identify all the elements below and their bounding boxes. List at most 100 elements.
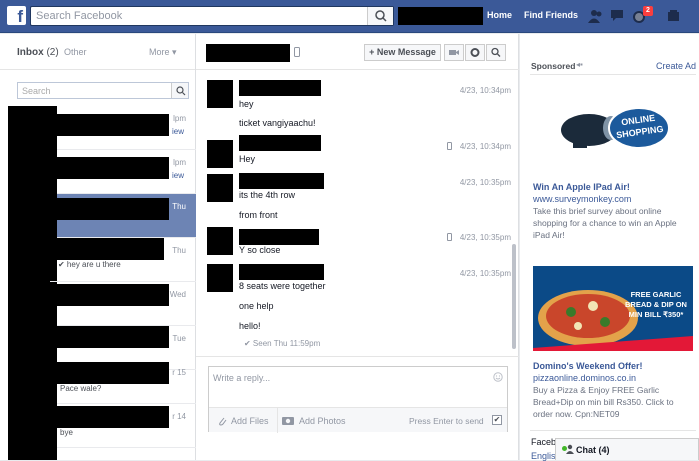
message-time: 4/23, 10:35pm <box>459 233 511 242</box>
conversation-item[interactable]: lpm iew <box>57 106 196 150</box>
search-icon <box>375 10 387 22</box>
inbox-count: (2) <box>46 47 59 58</box>
conversation-snippet: Pace wale? <box>60 384 102 393</box>
search-box <box>30 6 394 26</box>
conversation-time: lpm <box>173 158 186 167</box>
ad-title[interactable]: Win An Apple IPad Air! <box>533 182 630 192</box>
emoticon-icon[interactable] <box>493 372 503 382</box>
conversation-tag: iew <box>171 127 184 136</box>
message-text: from front <box>239 210 278 220</box>
ad-url[interactable]: www.surveymonkey.com <box>533 194 631 204</box>
messages-icon[interactable] <box>610 9 626 23</box>
ad-title[interactable]: Domino's Weekend Offer! <box>533 361 643 371</box>
conversation-item[interactable]: r 15 Pace wale? <box>57 360 196 404</box>
inbox-search-input[interactable] <box>18 83 168 98</box>
friend-requests-icon[interactable] <box>588 9 604 23</box>
thread-contact-redacted <box>206 44 290 62</box>
mobile-icon <box>447 142 452 150</box>
conversation-item[interactable]: Thu ✔ hey are u there <box>50 238 196 282</box>
search-button[interactable] <box>367 7 393 25</box>
message-text: 8 seats were together <box>239 281 326 291</box>
reply-toolbar: Add Files Add Photos Press Enter to send… <box>209 407 507 433</box>
notification-badge: 2 <box>643 6 653 16</box>
avatars-redacted <box>8 106 57 460</box>
camera-icon <box>282 417 294 425</box>
paperclip-icon <box>219 417 227 426</box>
new-message-button[interactable]: + New Message <box>364 44 441 61</box>
ad-body: Take this brief survey about online shop… <box>533 206 677 240</box>
contact-name-redacted <box>57 284 169 306</box>
facebook-logo[interactable]: f <box>7 6 26 25</box>
message-time: 4/23, 10:34pm <box>459 142 511 151</box>
seen-indicator: ✔ Seen Thu 11:59pm <box>244 339 321 348</box>
inbox-panel: Inbox (2) Other More ▾ lpm iew lpm iew T… <box>0 34 196 460</box>
person-icon <box>566 444 574 454</box>
conversation-snippet: ✔ hey are u there <box>58 260 121 269</box>
conversation-item[interactable]: r 14 bye <box>57 404 196 448</box>
nav-home[interactable]: Home <box>487 10 512 20</box>
search-input[interactable] <box>31 7 369 25</box>
mobile-icon <box>447 233 452 241</box>
sender-avatar-redacted <box>207 140 233 168</box>
contact-name-redacted <box>57 157 169 179</box>
sender-avatar-redacted <box>207 80 233 108</box>
reply-input[interactable]: Write a reply... <box>213 373 483 383</box>
create-ad-link[interactable]: Create Ad <box>656 61 696 71</box>
thread-scrollbar[interactable] <box>512 244 516 349</box>
divider <box>530 430 696 431</box>
ads-panel: Sponsored ◂▪ Create Ad ONLINE SHOPPING W… <box>520 34 699 461</box>
top-bar: f Home Find Friends 2 <box>0 0 699 33</box>
conversation-snippet: bye <box>60 428 73 437</box>
tab-more[interactable]: More ▾ <box>149 47 177 58</box>
sender-avatar-redacted <box>207 174 233 202</box>
contact-name-redacted <box>57 362 169 384</box>
sender-name-redacted <box>239 135 321 151</box>
conversation-time: Thu <box>172 246 186 255</box>
press-enter-checkbox[interactable]: ✔ <box>492 415 502 425</box>
garlic-bread-offer-text: FREE GARLIC BREAD & DIP ON MIN BILL ₹350… <box>625 290 687 319</box>
message-text: hey <box>239 99 254 109</box>
conversation-item[interactable]: Wed <box>57 282 196 326</box>
sender-avatar-redacted <box>207 264 233 292</box>
sender-name-redacted <box>239 264 324 280</box>
search-thread-button[interactable] <box>486 44 506 61</box>
conversation-tag: iew <box>171 171 184 180</box>
nav-find-friends[interactable]: Find Friends <box>524 10 578 20</box>
ad-body: Buy a Pizza & Enjoy FREE Garlic Bread+Di… <box>533 385 674 419</box>
inbox-search-button[interactable] <box>171 83 188 98</box>
thread-panel: + New Message 4/23, 10:34pm hey ticket v… <box>196 34 519 460</box>
conversation-item-selected[interactable]: Thu <box>57 194 196 238</box>
tab-inbox[interactable]: Inbox (2) <box>17 47 59 58</box>
settings-icon[interactable] <box>666 9 682 23</box>
conversation-time: Thu <box>172 202 186 211</box>
add-photos-button[interactable]: Add Photos <box>299 416 346 426</box>
settings-button[interactable] <box>465 44 485 61</box>
sponsored-label: Sponsored <box>531 61 576 71</box>
add-files-button[interactable]: Add Files <box>231 416 269 426</box>
conversation-time: r 14 <box>172 412 186 421</box>
message-time: 4/23, 10:34pm <box>459 86 511 95</box>
message-time: 4/23, 10:35pm <box>459 178 511 187</box>
divider <box>530 74 696 75</box>
chat-bar[interactable]: Chat (4) <box>555 438 699 460</box>
conversation-item[interactable]: lpm iew <box>57 150 196 194</box>
conversation-time: Tue <box>172 334 187 343</box>
contact-name-redacted <box>57 326 169 348</box>
contact-name-redacted <box>50 238 164 260</box>
dominos-ad-image[interactable]: FREE GARLIC BREAD & DIP ON MIN BILL ₹350… <box>533 266 693 351</box>
search-icon <box>176 86 186 96</box>
conversation-time: lpm <box>173 114 186 123</box>
ad-url[interactable]: pizzaonline.dominos.co.in <box>533 373 636 383</box>
inbox-header: Inbox (2) Other More ▾ <box>0 34 195 70</box>
video-call-button[interactable] <box>444 44 464 61</box>
profile-name-redacted[interactable] <box>398 7 483 25</box>
contact-name-redacted <box>57 406 169 428</box>
ad-choices-icon[interactable]: ◂▪ <box>576 60 583 69</box>
sender-name-redacted <box>239 80 321 96</box>
message-text: Hey <box>239 154 256 164</box>
gear-icon <box>470 48 480 57</box>
tab-other[interactable]: Other <box>64 47 87 57</box>
divider <box>277 408 278 433</box>
chat-label: Chat (4) <box>576 445 610 455</box>
online-shopping-ad-image[interactable]: ONLINE SHOPPING <box>533 86 693 174</box>
